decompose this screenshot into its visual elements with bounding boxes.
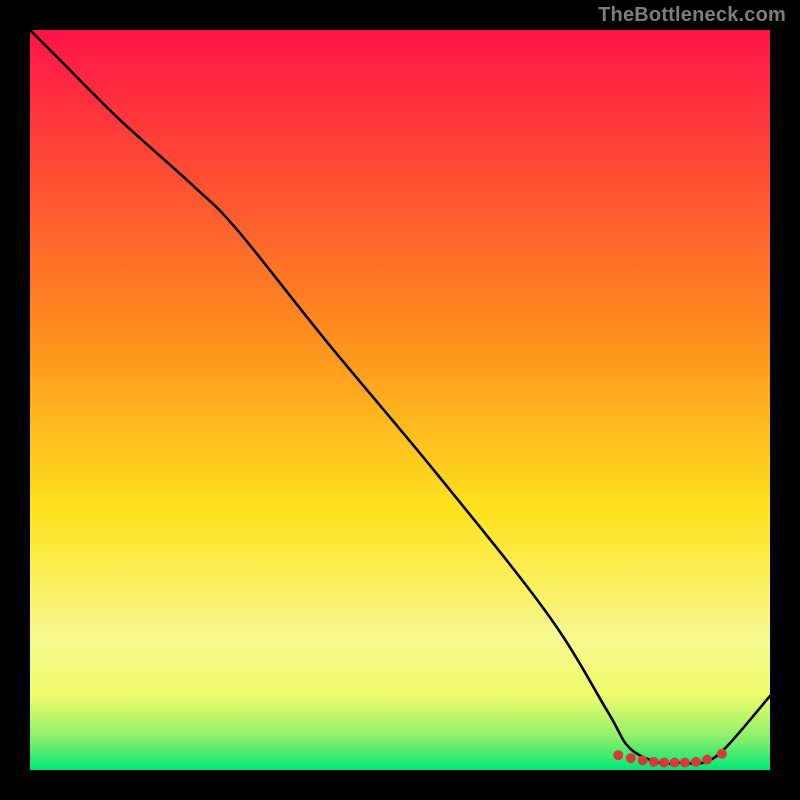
chart-marker-point (670, 758, 680, 768)
chart-marker-point (691, 757, 701, 767)
chart-marker-point (717, 749, 727, 759)
watermark-label: TheBottleneck.com (598, 4, 786, 27)
chart-marker-point (626, 753, 636, 763)
chart-frame: TheBottleneck.com (0, 0, 800, 800)
chart-marker-point (613, 750, 623, 760)
chart-marker-point (680, 758, 690, 768)
chart-marker-point (659, 758, 669, 768)
chart-background-gradient (30, 30, 770, 770)
chart-marker-point (702, 755, 712, 765)
chart-marker-point (649, 757, 659, 767)
chart-plot-area (30, 30, 770, 770)
chart-svg (30, 30, 770, 770)
chart-marker-point (638, 755, 648, 765)
